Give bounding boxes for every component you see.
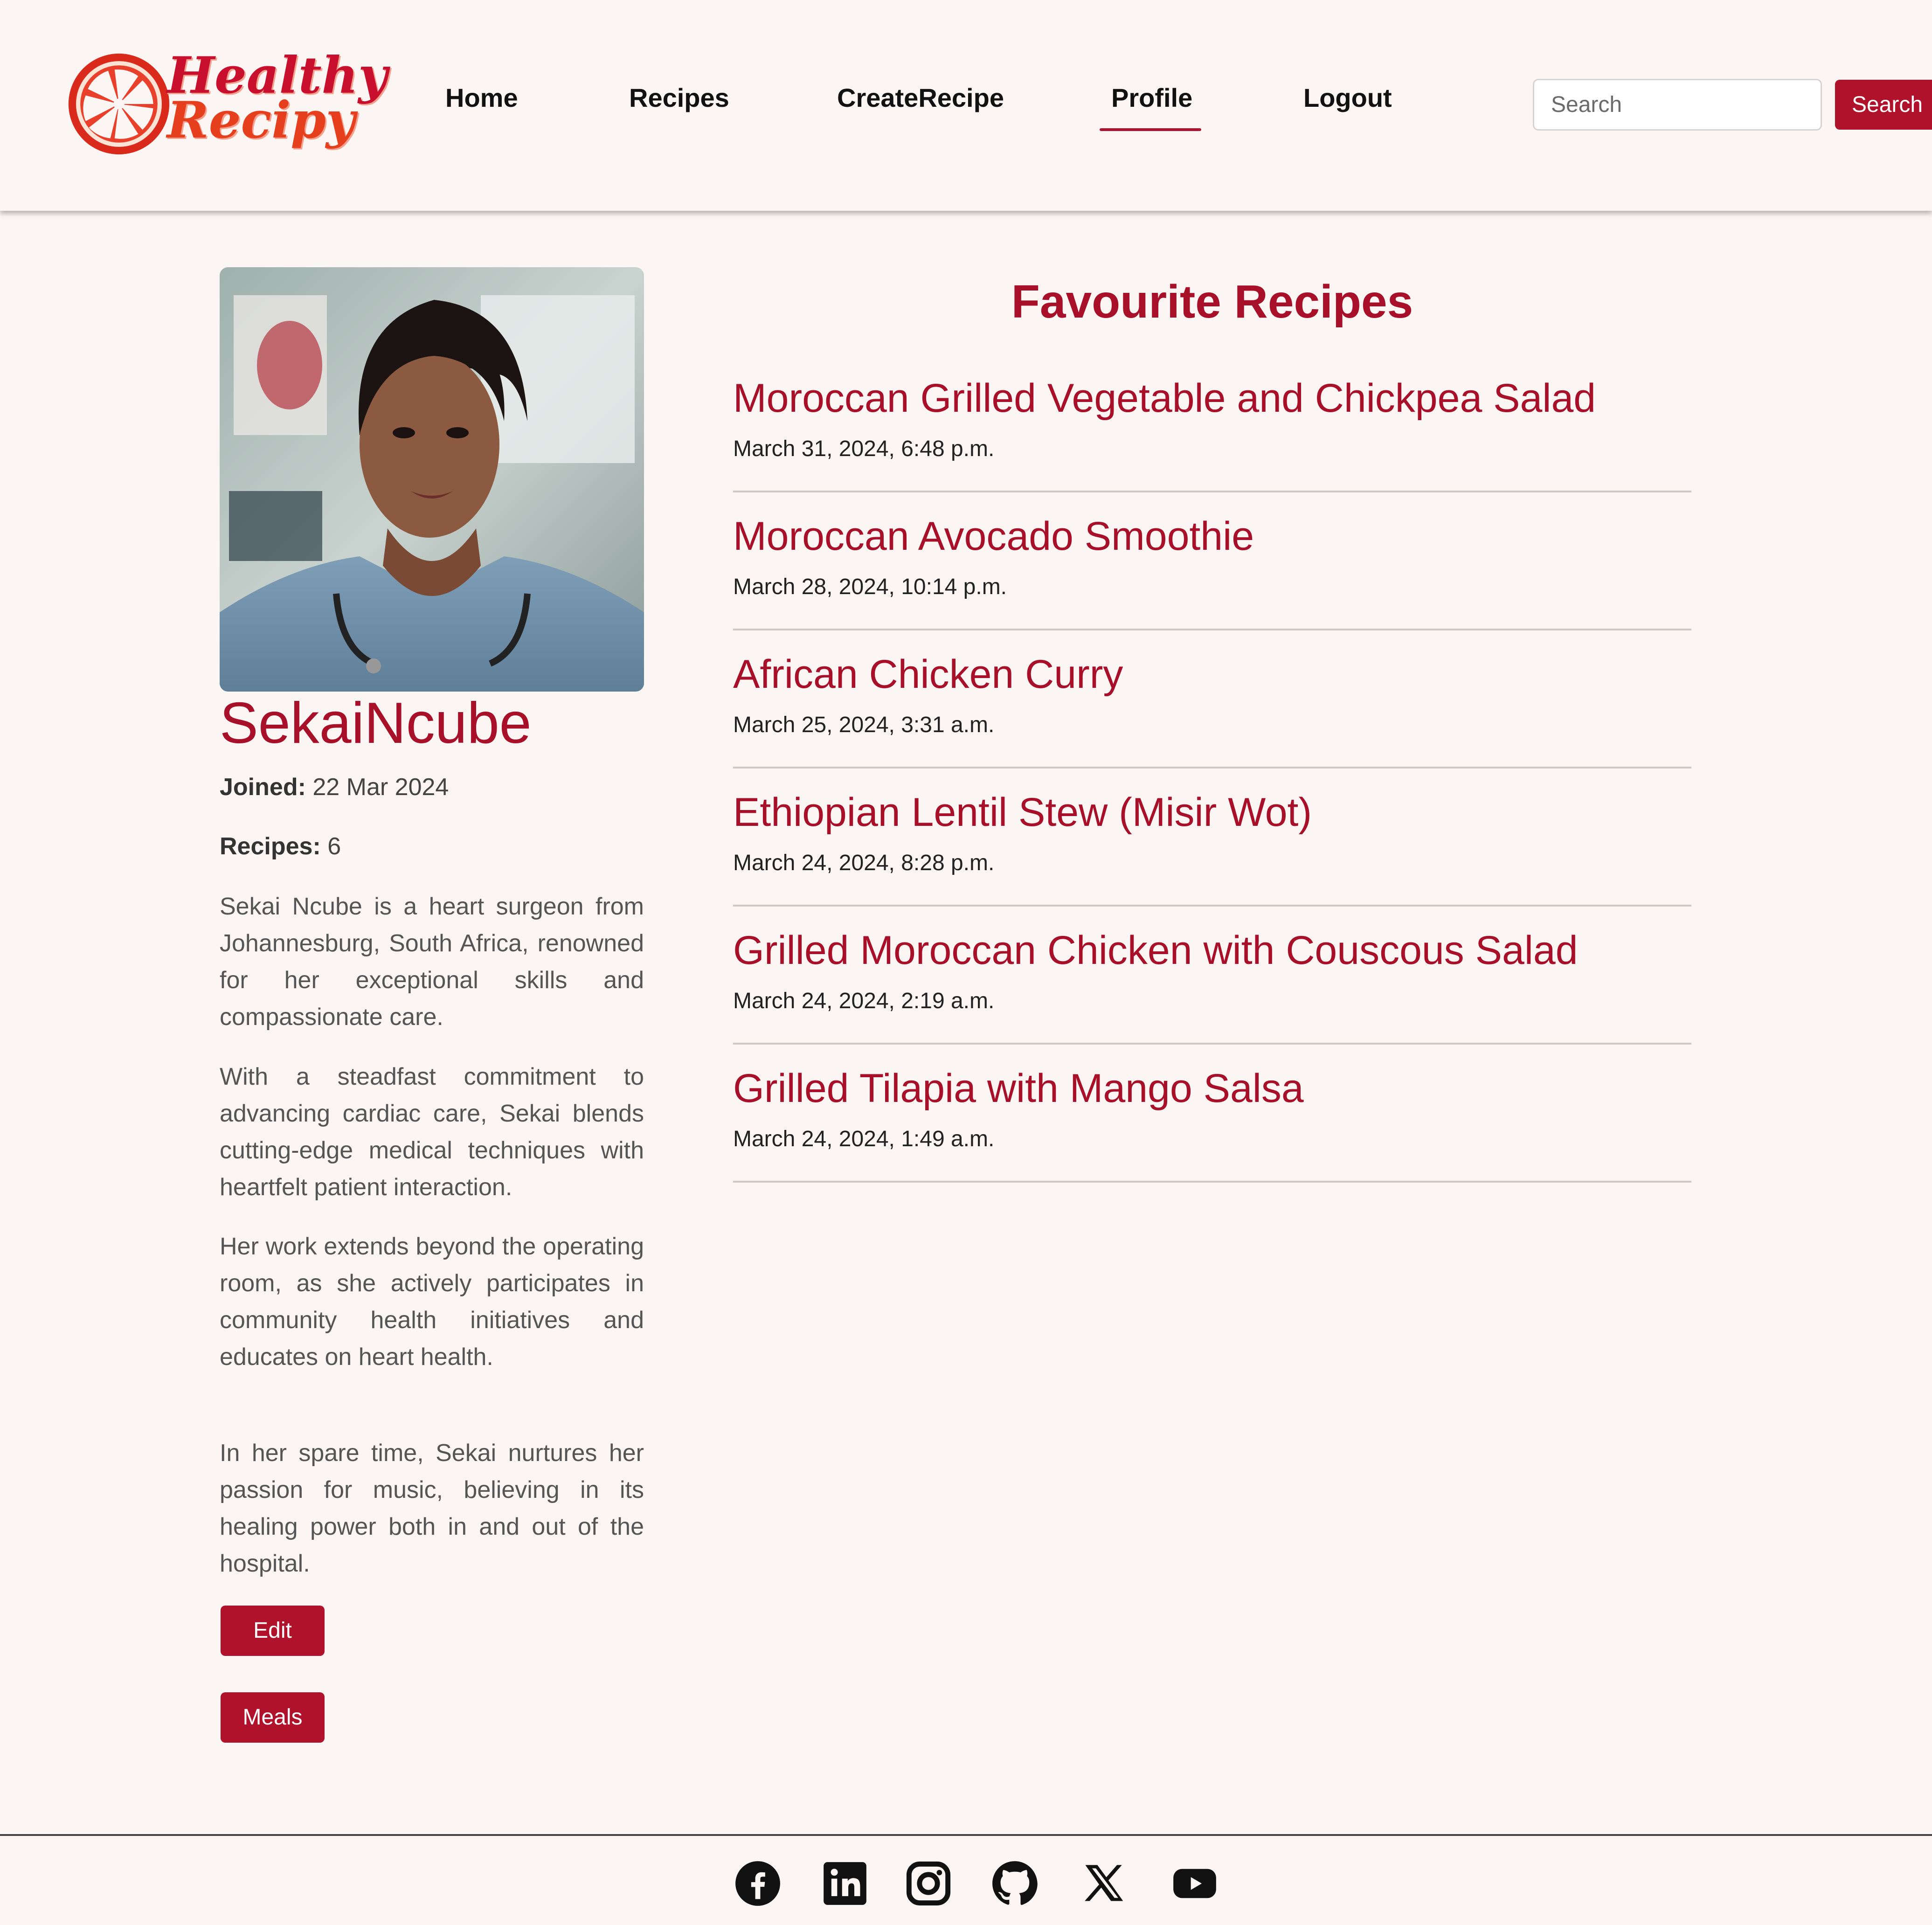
recipe-date: March 24, 2024, 2:19 a.m. [733, 989, 995, 1013]
list-item: Grilled Tilapia with Mango Salsa March 2… [733, 1045, 1691, 1183]
recipe-date: March 24, 2024, 1:49 a.m. [733, 1127, 995, 1151]
recipe-date: March 24, 2024, 8:28 p.m. [733, 851, 995, 875]
nav-recipes[interactable]: Recipes [629, 79, 729, 117]
site-footer [0, 1834, 1932, 1925]
recipe-link[interactable]: Moroccan Avocado Smoothie [733, 513, 1254, 560]
instagram-icon[interactable] [905, 1860, 952, 1907]
recipes-value: 6 [327, 833, 341, 860]
bio-paragraph: With a steadfast commitment to advancing… [220, 1063, 644, 1201]
list-item: Ethiopian Lentil Stew (Misir Wot) March … [733, 769, 1691, 907]
recipes-label: Recipes: [220, 833, 321, 860]
meals-button[interactable]: Meals [221, 1692, 325, 1743]
recipe-date: March 28, 2024, 10:14 p.m. [733, 575, 1007, 599]
recipe-link[interactable]: African Chicken Curry [733, 651, 1123, 698]
site-logo[interactable]: Healthy Recipy [65, 50, 388, 162]
search-button[interactable]: Search [1835, 80, 1932, 130]
search-input[interactable] [1533, 79, 1822, 131]
nav-home[interactable]: Home [445, 79, 518, 117]
x-icon[interactable] [1080, 1860, 1127, 1907]
facebook-icon[interactable] [734, 1860, 781, 1907]
bio-paragraph: In her spare time, Sekai nurtures her pa… [220, 1440, 644, 1577]
nav-logout[interactable]: Logout [1303, 79, 1392, 117]
recipe-link[interactable]: Grilled Moroccan Chicken with Couscous S… [733, 928, 1578, 974]
recipe-link[interactable]: Moroccan Grilled Vegetable and Chickpea … [733, 375, 1596, 422]
recipe-link[interactable]: Ethiopian Lentil Stew (Misir Wot) [733, 789, 1312, 836]
active-nav-indicator [1100, 128, 1201, 131]
nav-create-recipe[interactable]: CreateRecipe [837, 79, 1004, 117]
favourites-heading: Favourite Recipes [1011, 276, 1413, 328]
recipe-date: March 31, 2024, 6:48 p.m. [733, 436, 995, 461]
joined-value: 22 Mar 2024 [312, 774, 449, 801]
recipe-link[interactable]: Grilled Tilapia with Mango Salsa [733, 1066, 1304, 1112]
citrus-wheel-icon [68, 53, 170, 155]
list-item: Moroccan Grilled Vegetable and Chickpea … [733, 354, 1691, 492]
nav-profile[interactable]: Profile [1111, 79, 1192, 117]
github-icon[interactable] [991, 1860, 1038, 1907]
logo-line-2: Recipy [167, 91, 355, 150]
profile-avatar [220, 267, 644, 692]
linkedin-icon[interactable] [822, 1860, 868, 1907]
list-item: Moroccan Avocado Smoothie March 28, 2024… [733, 492, 1691, 630]
recipe-date: March 25, 2024, 3:31 a.m. [733, 713, 995, 737]
top-navbar: Healthy Recipy Home Recipes CreateRecipe… [0, 0, 1932, 211]
profile-photo [220, 267, 644, 692]
profile-username: SekaiNcube [220, 691, 532, 755]
list-item: Grilled Moroccan Chicken with Couscous S… [733, 907, 1691, 1045]
list-item: African Chicken Curry March 25, 2024, 3:… [733, 630, 1691, 769]
logo-wordmark: Healthy Recipy [167, 50, 388, 150]
profile-joined: Joined: 22 Mar 2024 [220, 773, 449, 801]
bio-paragraph: Sekai Ncube is a heart surgeon from Joha… [220, 893, 644, 1031]
favourite-recipes-list: Moroccan Grilled Vegetable and Chickpea … [733, 354, 1691, 1183]
edit-profile-button[interactable]: Edit [221, 1606, 325, 1656]
bio-paragraph: Her work extends beyond the operating ro… [220, 1233, 644, 1371]
joined-label: Joined: [220, 774, 306, 801]
profile-recipe-count: Recipes: 6 [220, 832, 341, 860]
youtube-icon[interactable] [1171, 1860, 1218, 1907]
